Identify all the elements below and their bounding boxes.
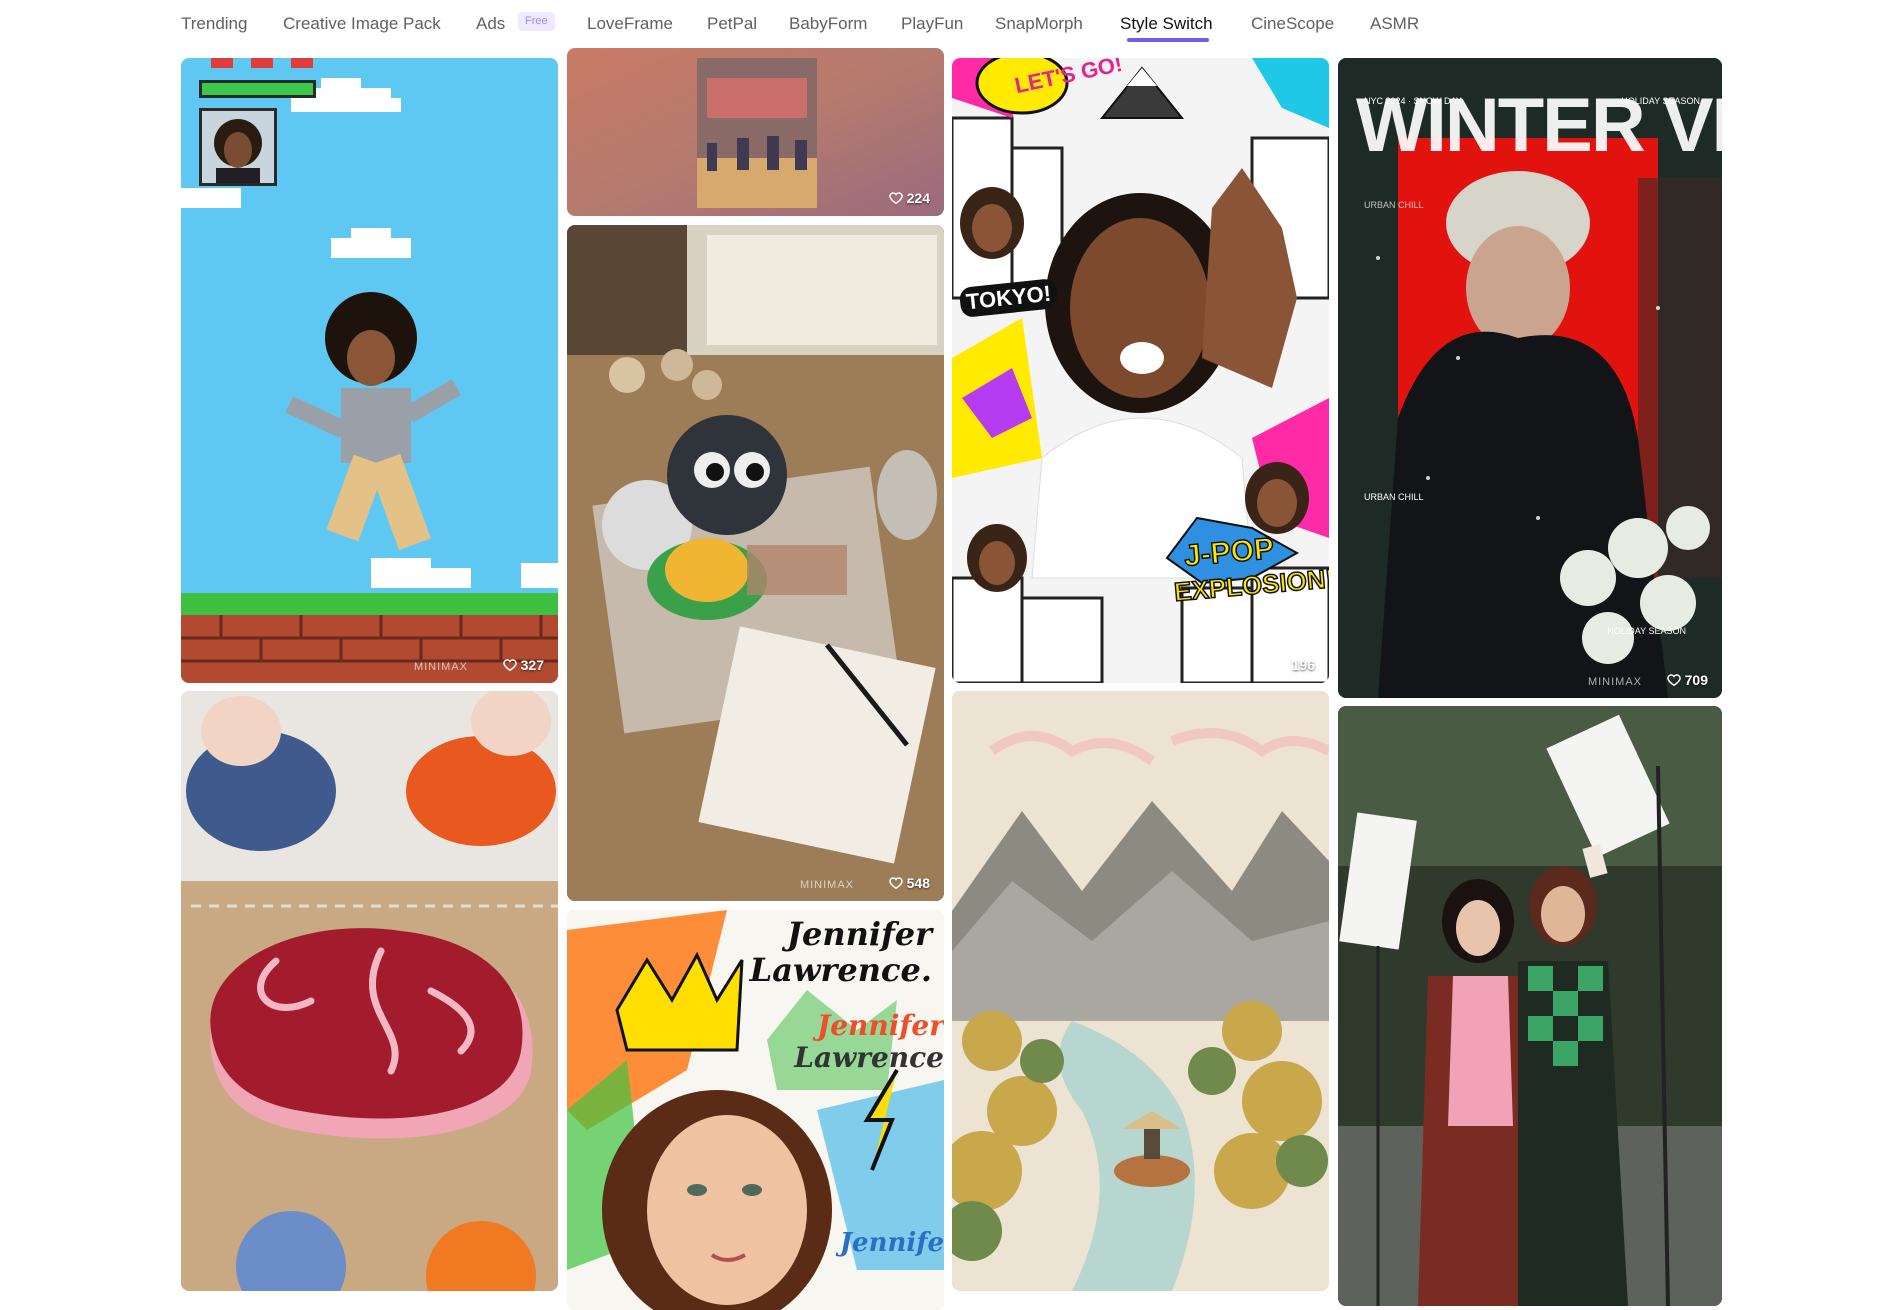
tab-cinescope[interactable]: CineScope	[1251, 12, 1334, 36]
winter-sub-3: HOLIDAY SEASON	[1607, 626, 1686, 636]
tab-ads[interactable]: Ads	[476, 12, 505, 36]
tab-creative-image-pack[interactable]: Creative Image Pack	[283, 12, 441, 36]
like-count[interactable]: 709	[1666, 670, 1708, 690]
heart-icon	[888, 192, 903, 205]
card-cosplay-selfie[interactable]	[1338, 706, 1722, 1306]
like-count[interactable]: 327	[502, 655, 544, 675]
tab-style-switch[interactable]: Style Switch	[1120, 12, 1213, 36]
name-line-1: Jennifer	[786, 915, 932, 953]
like-count-value: 196	[1291, 657, 1315, 673]
card-perler-craft[interactable]: MINIMAX 548	[567, 225, 944, 901]
winter-tag-left: NYC 2024 · SNOW DAY	[1364, 96, 1462, 106]
like-count[interactable]: 224	[888, 188, 930, 208]
pixel-game-image	[181, 58, 558, 683]
heart-icon	[502, 659, 517, 672]
winter-sub-2: URBAN CHILL	[1364, 492, 1424, 502]
card-crayon-portrait[interactable]: Jennifer Lawrence. Jennifer Lawrence Jen…	[567, 910, 944, 1310]
crayon-name-1: Jennifer Lawrence.	[750, 916, 932, 988]
name-line-3: Jennifer	[816, 1009, 944, 1042]
heart-icon	[1273, 659, 1288, 672]
active-tab-indicator	[1127, 38, 1209, 42]
like-count-value: 548	[906, 875, 930, 891]
embroidered-river-image	[952, 691, 1329, 1291]
card-winter-vibes[interactable]: WINTER VIBES NYC 2024 · SNOW DAY HOLIDAY…	[1338, 58, 1722, 698]
name-line-5: Jennife	[839, 1228, 944, 1258]
crayon-name-2: Jennifer Lawrence	[794, 1010, 944, 1074]
like-count[interactable]: 196	[1273, 655, 1315, 675]
winter-sub-1: URBAN CHILL	[1364, 200, 1424, 210]
card-felt-steak[interactable]	[181, 691, 558, 1291]
name-line-4: Lawrence	[794, 1041, 944, 1074]
cosplay-selfie-image	[1338, 706, 1722, 1306]
category-tab-bar: Trending Creative Image Pack Ads Free Lo…	[0, 0, 1900, 48]
felt-steak-image	[181, 691, 558, 1291]
perler-craft-image	[567, 225, 944, 901]
tab-playfun[interactable]: PlayFun	[901, 12, 963, 36]
winter-tag-right: HOLIDAY SEASON	[1621, 96, 1700, 106]
like-count-value: 224	[906, 190, 930, 206]
heart-icon	[1666, 674, 1681, 687]
like-count[interactable]: 548	[888, 873, 930, 893]
watermark: MINIMAX	[1587, 676, 1642, 688]
card-village-blur[interactable]: 224	[567, 48, 944, 216]
heart-icon	[888, 877, 903, 890]
card-pixel-game[interactable]: MINIMAX 327	[181, 58, 558, 683]
card-tokyo-pop[interactable]: LET'S GO! TOKYO! J-POP EXPLOSION! 196	[952, 58, 1329, 683]
like-count-value: 709	[1684, 672, 1708, 688]
tab-trending[interactable]: Trending	[181, 12, 247, 36]
tab-babyform[interactable]: BabyForm	[789, 12, 867, 36]
tab-snapmorph[interactable]: SnapMorph	[995, 12, 1083, 36]
free-badge: Free	[518, 12, 555, 31]
tab-asmr[interactable]: ASMR	[1370, 12, 1419, 36]
card-embroidered-river[interactable]	[952, 691, 1329, 1291]
tab-petpal[interactable]: PetPal	[707, 12, 757, 36]
like-count-value: 327	[520, 657, 544, 673]
watermark: MINIMAX	[413, 661, 468, 673]
name-line-2: Lawrence.	[749, 951, 932, 989]
village-blur-image	[567, 48, 944, 216]
watermark: MINIMAX	[799, 879, 854, 891]
tab-loveframe[interactable]: LoveFrame	[587, 12, 673, 36]
